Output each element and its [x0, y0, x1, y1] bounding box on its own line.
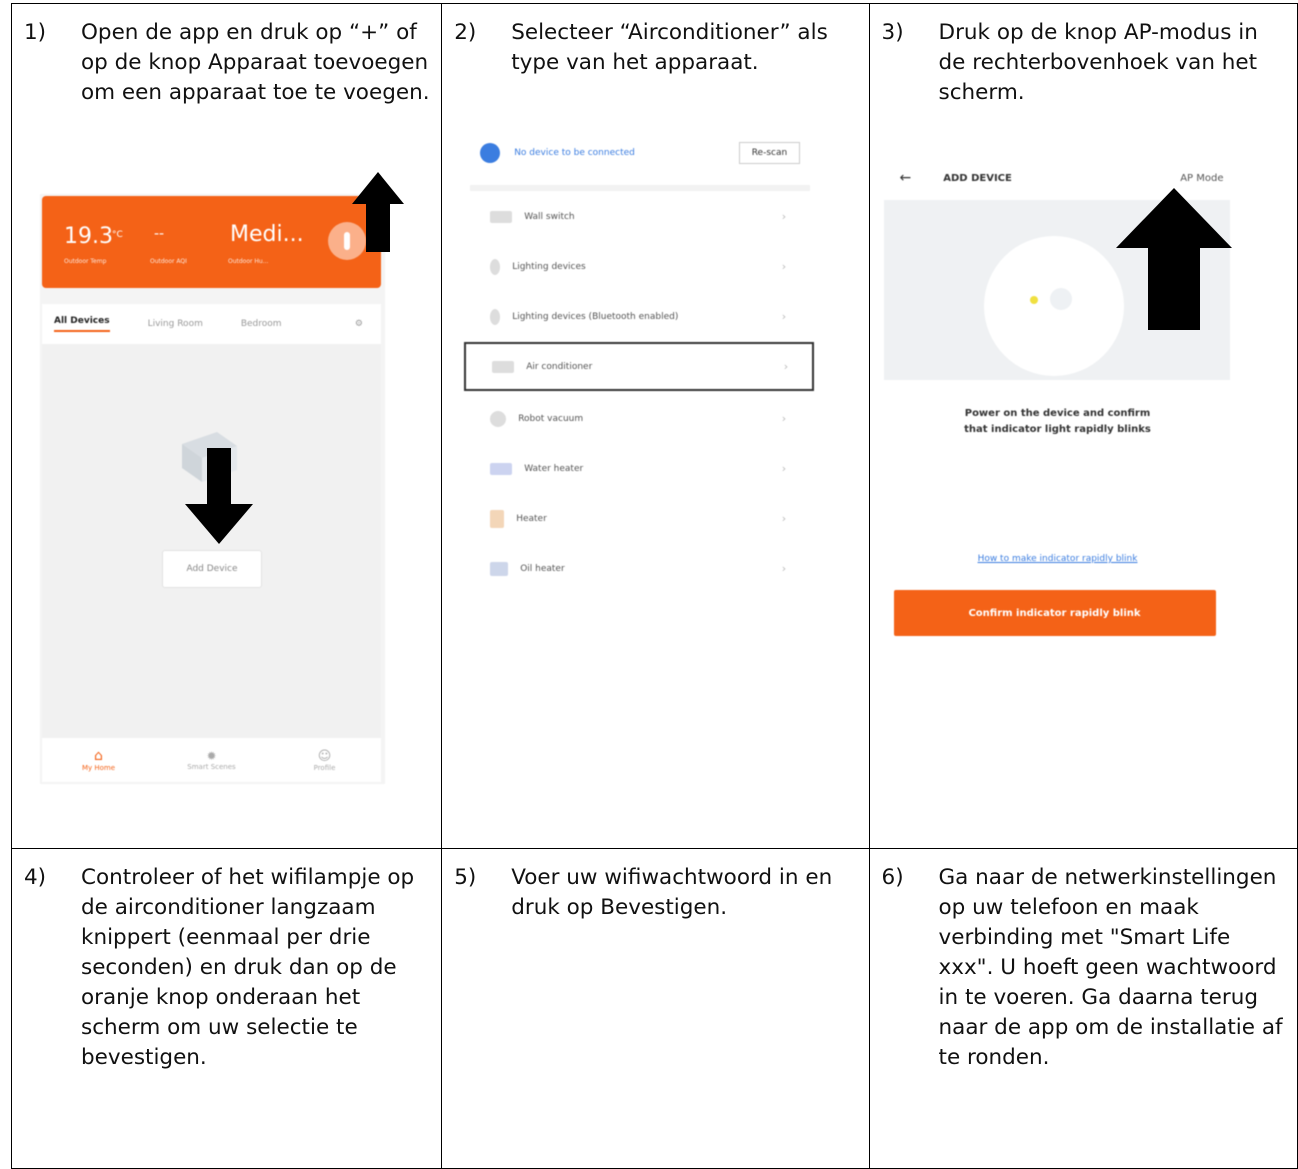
chevron-right-icon: ›: [783, 360, 789, 373]
step-number: 3): [881, 20, 904, 45]
step-number: 2): [454, 20, 477, 45]
aqi-value: --: [154, 226, 165, 242]
nav-label: My Home: [81, 764, 116, 772]
device-type-item[interactable]: Oil heater ›: [470, 544, 810, 593]
ap-mode-button[interactable]: AP Mode: [1180, 173, 1223, 184]
confirm-button[interactable]: Confirm indicator rapidly blink: [893, 590, 1216, 636]
vacuum-icon: [490, 410, 507, 427]
device-type-label: Water heater: [524, 463, 584, 474]
tab-all-devices[interactable]: All Devices: [54, 316, 110, 332]
room-tabs: All Devices Living Room Bedroom ⚙: [42, 304, 381, 344]
device-type-item[interactable]: Lighting devices (Bluetooth enabled) ›: [470, 292, 810, 341]
nav-profile[interactable]: ☺ Profile: [268, 749, 381, 772]
air-conditioner-icon: [492, 360, 515, 373]
step-text: Selecteer “Airconditioner” als type van …: [511, 20, 828, 75]
step-number: 4): [24, 865, 47, 890]
device-type-label: Robot vacuum: [518, 413, 584, 424]
sub-label: Outdoor Temp: [64, 258, 107, 265]
profile-icon: ☺: [317, 748, 332, 764]
device-illustration: [983, 236, 1124, 376]
instruction-table: 1) Open de app en druk op “+” of op de kn…: [10, 3, 1298, 1169]
device-type-label: Lighting devices (Bluetooth enabled): [512, 311, 679, 322]
bottom-nav: ⌂ My Home ✹ Smart Scenes ☺ Profile: [42, 738, 381, 782]
power-button-icon: [1049, 288, 1072, 310]
page-title: ADD DEVICE: [943, 172, 1012, 184]
device-type-label: Oil heater: [520, 563, 565, 574]
water-heater-icon: [490, 462, 513, 475]
step-5-cell: 5) Voer uw wifiwachtwoord in en druk op B…: [441, 848, 870, 1169]
step-text: Ga naar de netwerkinstellingen op uw tel…: [938, 865, 1283, 1070]
device-type-label: Wall switch: [524, 211, 575, 222]
tab-bedroom[interactable]: Bedroom: [241, 319, 282, 329]
rescan-button[interactable]: Re-scan: [738, 142, 801, 164]
device-type-item[interactable]: Heater ›: [470, 494, 810, 543]
bulb-icon: [490, 258, 501, 275]
scan-status-row: No device to be connected Re-scan: [470, 133, 810, 173]
home-icon: ⌂: [94, 748, 103, 764]
device-type-item[interactable]: Robot vacuum ›: [470, 394, 810, 443]
sub-label: Outdoor Hu...: [228, 258, 269, 265]
step-text: Druk op de knop AP-modus in de rechterbo…: [938, 20, 1258, 105]
device-type-item-selected[interactable]: Air conditioner ›: [464, 342, 815, 391]
nav-smart-scenes[interactable]: ✹ Smart Scenes: [155, 749, 268, 771]
device-type-label: Air conditioner: [526, 361, 593, 372]
scan-status: No device to be connected: [514, 148, 635, 158]
step-text: Open de app en druk op “+” of op de knop…: [81, 20, 430, 105]
nav-label: Profile: [313, 763, 336, 772]
up-arrow-annotation: [352, 172, 404, 252]
temp-unit: °C: [112, 230, 123, 240]
step-2-cell: 2) Selecteer “Airconditioner” als type va…: [441, 3, 870, 849]
step-4-cell: 4) Controleer of het wifilampje op de air…: [10, 848, 443, 1169]
bluetooth-icon: [480, 143, 501, 163]
step-6-cell: 6) Ga naar de netwerkinstellingen op uw t…: [868, 848, 1298, 1169]
step-number: 6): [881, 865, 904, 890]
gear-icon[interactable]: ⚙: [355, 319, 363, 329]
help-link[interactable]: How to make indicator rapidly blink: [882, 554, 1234, 564]
divider: [470, 185, 811, 191]
chevron-right-icon: ›: [781, 210, 787, 223]
instruction-text: Power on the device and confirm that ind…: [882, 406, 1234, 438]
outdoor-temp: 19.3: [64, 224, 113, 249]
device-type-item[interactable]: Wall switch ›: [470, 192, 810, 241]
step-text: Voer uw wifiwachtwoord in en druk op Bev…: [511, 865, 833, 920]
indicator-light-icon: [1029, 296, 1038, 304]
chevron-right-icon: ›: [781, 412, 787, 425]
oil-heater-icon: [490, 561, 509, 576]
nav-label: Smart Scenes: [187, 763, 236, 771]
chevron-right-icon: ›: [781, 260, 787, 273]
weather-banner: 19.3 °C -- Medi... Outdoor Temp Outdoor …: [42, 196, 381, 288]
tab-living-room[interactable]: Living Room: [148, 319, 203, 329]
step-1-cell: 1) Open de app en druk op “+” of op de kn…: [10, 3, 443, 849]
nav-my-home[interactable]: ⌂ My Home: [42, 748, 155, 772]
chevron-right-icon: ›: [781, 562, 787, 575]
chevron-right-icon: ›: [781, 310, 787, 323]
instruction-line: that indicator light rapidly blinks: [964, 424, 1151, 435]
step-text: Controleer of het wifilampje op de airco…: [81, 865, 415, 1070]
device-type-item[interactable]: Lighting devices ›: [470, 242, 810, 291]
back-arrow-icon[interactable]: ←: [900, 170, 912, 186]
instruction-line: Power on the device and confirm: [964, 408, 1151, 419]
chevron-right-icon: ›: [781, 462, 787, 475]
up-arrow-annotation: [1115, 188, 1232, 330]
chevron-right-icon: ›: [781, 512, 787, 525]
sub-label: Outdoor AQI: [150, 258, 187, 265]
heater-icon: [490, 509, 505, 528]
device-type-item[interactable]: Water heater ›: [470, 444, 810, 493]
device-type-label: Lighting devices: [512, 261, 586, 272]
switch-icon: [490, 210, 513, 223]
step-3-cell: 3) Druk op de knop AP-modus in de rechter…: [868, 3, 1298, 849]
step-number: 5): [454, 865, 477, 890]
device-type-label: Heater: [516, 513, 547, 524]
sun-icon: ✹: [206, 749, 217, 763]
add-device-button[interactable]: Add Device: [162, 550, 262, 588]
device-type-screenshot: No device to be connected Re-scan Wall s…: [458, 99, 815, 599]
bulb-icon: [490, 308, 501, 325]
humidity-value: Medi...: [230, 222, 304, 247]
down-arrow-annotation: [185, 448, 253, 544]
step-number: 1): [24, 20, 47, 45]
